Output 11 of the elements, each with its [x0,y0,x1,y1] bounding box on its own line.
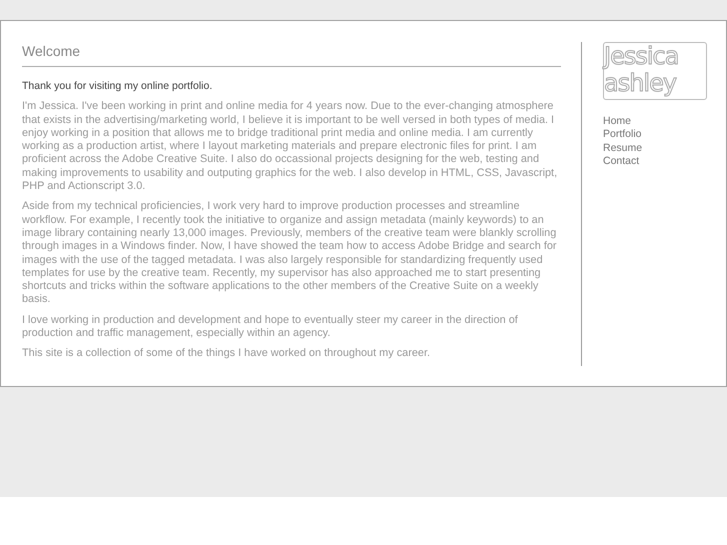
body-paragraph: I love working in production and development and hope to eventually steer my career in the direction of production and traffic management, especially within an agency. [22,314,519,340]
page-heading: Welcome [22,42,561,67]
nav-link[interactable]: Resume [603,142,642,155]
body-paragraph: This site is a collection of some of the things I have worked on throughout my career. [22,347,432,361]
nav-link[interactable]: Portfolio [603,128,642,142]
nav-link[interactable]: Contact [603,154,640,168]
nav-link[interactable]: Home [603,115,632,128]
intro-text: Thank you for visiting my online portfolio. [22,80,214,94]
logo[interactable]: Jessica ashley [603,42,707,100]
body-paragraph: I'm Jessica. I've been working in print and online media for 4 years now. Due to the ever-changing atmosphere that exists in the advertising/marketing world, I believe it is important to be well versed in both types of media. I enjoy working in a position that allows me to bridge traditional print media and online media. I am currently working as a production artist, where I layout marketing materials and prepare electronic files for print. I am proficient across the Adobe Creative Suite. I also do occassional projects designing for the web, testing and making improvements to usability and outputing graphics for the web. I also develop in HTML, CSS, Javascript, PHP and Actionscript 3.0. [22,100,558,194]
body-paragraph: Aside from my technical proficiencies, I work very hard to improve production processes and streamline workflow. For example, I recently took the initiative to organize and assign metadata (mainly keywords) to an image library containing nearly 13,000 images. Previously, members of the creative team were blankly scrolling through images in a Windows finder. Now, I have showed the team how to access Adobe Bridge and search for images with the use of the tagged metadata. I was also largely responsible for standardizing frequently used templates for use by the creative team. Recently, my supervisor has also approached me to start presenting shortcuts and tricks within the software applications to the other members of the Creative Suite on a weekly basis. [22,200,558,307]
